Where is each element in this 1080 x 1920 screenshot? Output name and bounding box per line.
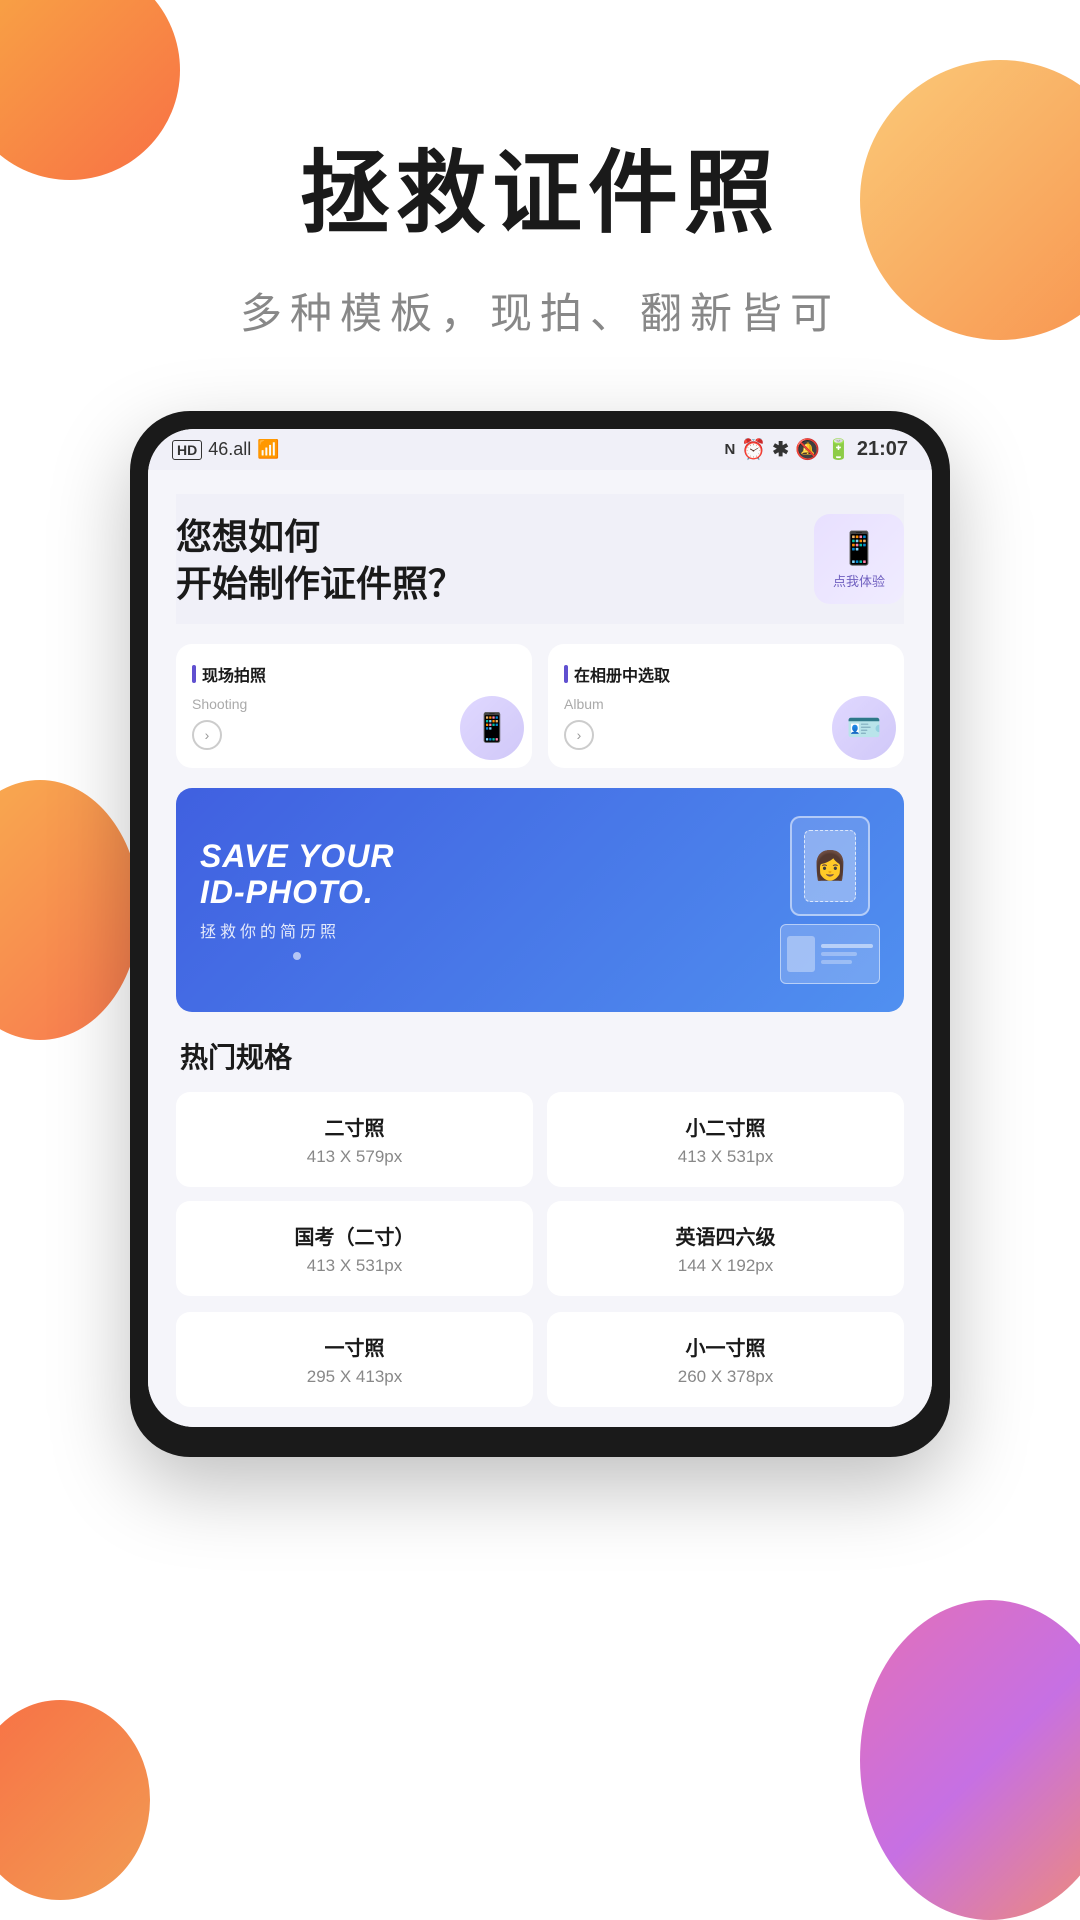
banner-face-preview: 👩: [804, 830, 856, 902]
header-title: 您想如何 开始制作证件照？: [176, 514, 464, 608]
option-card-album[interactable]: 在相册中选取 Album › 🪪: [548, 644, 904, 768]
option-album-label: 在相册中选取: [564, 662, 888, 686]
format-card-0[interactable]: 二寸照 413 X 579px: [176, 1092, 533, 1187]
header-line2: 开始制作证件照？: [176, 561, 464, 608]
format-size-5: 260 X 378px: [563, 1367, 888, 1387]
banner-idcard-lines: [821, 944, 873, 964]
try-button[interactable]: 📱 点我体验: [814, 514, 904, 604]
format-grid: 二寸照 413 X 579px 小二寸照 413 X 531px 国考（二寸） …: [176, 1092, 904, 1296]
page-content: 拯救证件照 多种模板，现拍、翻新皆可 HD 46.all 📶 N ⏰ ✱ 🔕 🔋…: [0, 0, 1080, 1457]
format-size-3: 144 X 192px: [563, 1256, 888, 1276]
popular-section-title: 热门规格: [176, 1036, 904, 1076]
banner-text: SAVE YOUR ID-PHOTO. 拯救你的简历照: [200, 839, 395, 959]
format-card-4[interactable]: 一寸照 295 X 413px: [176, 1312, 533, 1407]
banner-subtitle: 拯救你的简历照: [200, 918, 395, 942]
sub-title: 多种模板，现拍、翻新皆可: [240, 280, 840, 341]
option-shoot-label: 现场拍照: [192, 662, 516, 686]
option-cards: 现场拍照 Shooting › 📱 在相册中选取 Album › 🪪: [176, 644, 904, 768]
format-grid-partial: 一寸照 295 X 413px 小一寸照 260 X 378px: [176, 1312, 904, 1427]
format-size-2: 413 X 531px: [192, 1256, 517, 1276]
decoration-blob-bottom-left: [0, 1700, 150, 1900]
option-album-arrow[interactable]: ›: [564, 720, 594, 750]
option-shoot-arrow[interactable]: ›: [192, 720, 222, 750]
format-size-0: 413 X 579px: [192, 1147, 517, 1167]
header-line1: 您想如何: [176, 514, 464, 561]
phone-screen: HD 46.all 📶 N ⏰ ✱ 🔕 🔋 21:07: [148, 429, 932, 1427]
option-album-illustration: 🪪: [832, 696, 896, 760]
format-size-4: 295 X 413px: [192, 1367, 517, 1387]
status-left: HD 46.all 📶: [172, 439, 280, 460]
banner-indicator-dot: [293, 952, 301, 960]
wifi-icon: 📶: [257, 439, 279, 460]
banner-title-line1: SAVE YOUR: [200, 839, 395, 874]
option-card-shoot[interactable]: 现场拍照 Shooting › 📱: [176, 644, 532, 768]
banner-phone-preview: 👩: [790, 816, 870, 916]
format-card-3[interactable]: 英语四六级 144 X 192px: [547, 1201, 904, 1296]
banner-illustration: 👩: [780, 816, 880, 984]
banner-idcard-photo: [787, 936, 815, 972]
time-display: 21:07: [857, 438, 908, 461]
banner-idcard-preview: [780, 924, 880, 984]
alarm-icon: ⏰: [741, 437, 766, 462]
banner[interactable]: SAVE YOUR ID-PHOTO. 拯救你的简历照 👩: [176, 788, 904, 1012]
format-card-5[interactable]: 小一寸照 260 X 378px: [547, 1312, 904, 1407]
status-bar: HD 46.all 📶 N ⏰ ✱ 🔕 🔋 21:07: [148, 429, 932, 470]
format-name-5: 小一寸照: [563, 1332, 888, 1361]
format-name-1: 小二寸照: [563, 1112, 888, 1141]
format-card-2[interactable]: 国考（二寸） 413 X 531px: [176, 1201, 533, 1296]
main-title: 拯救证件照: [300, 120, 780, 250]
format-size-1: 413 X 531px: [563, 1147, 888, 1167]
header-section: 您想如何 开始制作证件照？ 📱 点我体验: [176, 494, 904, 624]
mute-icon: 🔕: [795, 437, 820, 462]
banner-title-line2: ID-PHOTO.: [200, 875, 395, 910]
battery-icon: 🔋: [826, 437, 851, 462]
format-card-1[interactable]: 小二寸照 413 X 531px: [547, 1092, 904, 1187]
hd-badge: HD: [172, 440, 202, 460]
try-button-label: 点我体验: [833, 571, 885, 590]
app-content: 您想如何 开始制作证件照？ 📱 点我体验 现场拍照 Shooting: [148, 470, 932, 1427]
decoration-blob-bottom-right: [860, 1600, 1080, 1920]
format-name-4: 一寸照: [192, 1332, 517, 1361]
signal-icon: 46.all: [208, 439, 251, 460]
bluetooth-icon: ✱: [772, 437, 789, 462]
format-name-3: 英语四六级: [563, 1221, 888, 1250]
status-right: N ⏰ ✱ 🔕 🔋 21:07: [725, 437, 908, 462]
format-name-0: 二寸照: [192, 1112, 517, 1141]
nfc-icon: N: [725, 441, 736, 458]
option-shoot-illustration: 📱: [460, 696, 524, 760]
phone-mockup: HD 46.all 📶 N ⏰ ✱ 🔕 🔋 21:07: [130, 411, 950, 1457]
format-name-2: 国考（二寸）: [192, 1221, 517, 1250]
try-button-icon: 📱: [839, 529, 879, 567]
